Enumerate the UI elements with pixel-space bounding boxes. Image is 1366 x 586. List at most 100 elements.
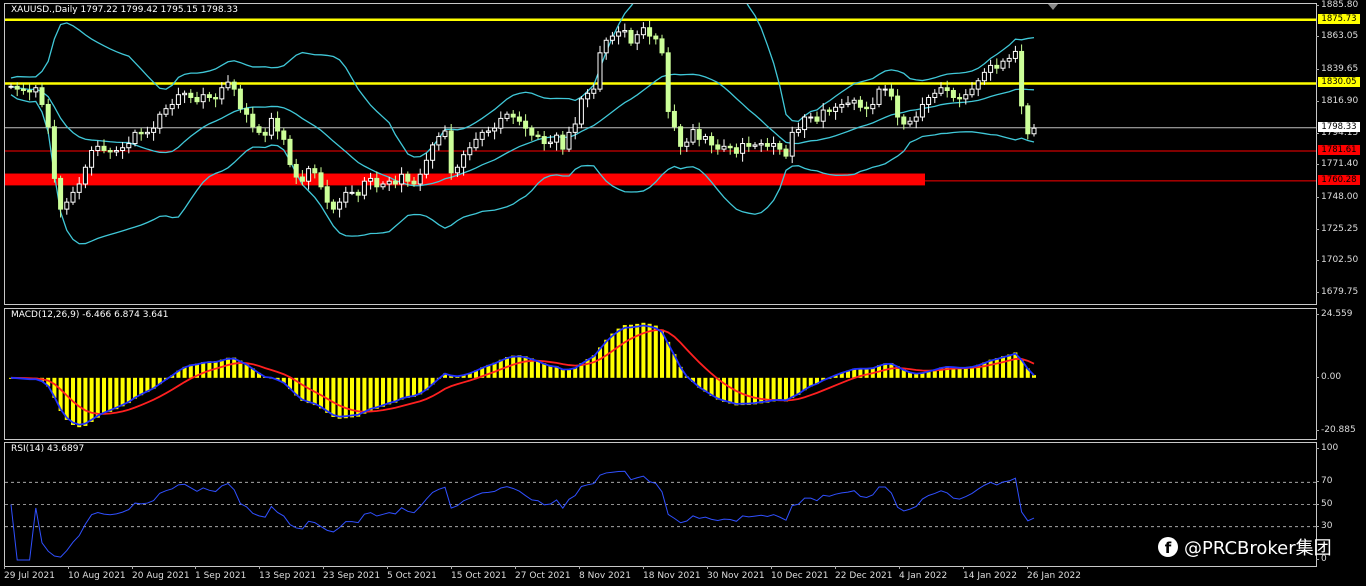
candle-body (597, 52, 603, 90)
candle-body (113, 150, 119, 153)
macd-bar (753, 377, 757, 405)
macd-bar (784, 377, 788, 402)
candle-body (200, 94, 206, 103)
candle-body (82, 166, 88, 185)
macd-bar (368, 377, 373, 411)
candle-body (777, 143, 783, 150)
macd-bar (387, 377, 392, 405)
macd-bar (108, 377, 113, 412)
macd-bar (740, 377, 745, 406)
candle-body (715, 144, 721, 150)
macd-bar (864, 368, 869, 378)
price-chart[interactable] (5, 4, 1316, 304)
candle-body (783, 148, 789, 157)
candle-body (975, 80, 981, 90)
price-tick: 1885.80 (1315, 0, 1359, 10)
macd-bar (591, 355, 596, 378)
candle-body (454, 166, 460, 174)
candle-body (907, 120, 913, 125)
macd-bar (133, 377, 137, 399)
macd-bar (542, 363, 547, 378)
candle-body (529, 127, 535, 136)
macd-bar (412, 377, 416, 397)
level-label: 1875.73 (1318, 13, 1360, 24)
candle-body (851, 99, 857, 104)
macd-bar (777, 377, 782, 402)
candle-body (1031, 127, 1037, 135)
candle-body (864, 106, 870, 110)
candle-body (758, 143, 764, 146)
candle-body (33, 87, 39, 93)
candle-body (572, 123, 578, 133)
watermark: f @PRCBroker集团 (1158, 534, 1332, 560)
candle-body (554, 134, 560, 143)
candle-body (45, 103, 51, 128)
candle-body (39, 87, 45, 105)
macd-bar (201, 362, 206, 378)
rsi-chart[interactable] (5, 443, 1316, 566)
macd-title: MACD(12,26,9) -6.466 6.874 3.641 (11, 310, 169, 320)
candle-body (287, 138, 293, 165)
rsi-title: RSI(14) 43.6897 (11, 444, 85, 454)
time-tick: 8 Nov 2021 (579, 566, 631, 581)
macd-bar (660, 329, 664, 378)
candle-body (950, 90, 956, 98)
candle-body (585, 92, 591, 100)
candle-body (678, 126, 684, 147)
macd-bar (536, 360, 540, 378)
macd-bar (64, 377, 69, 420)
candle-body (535, 134, 541, 138)
macd-bar (362, 377, 367, 414)
candle-body (299, 176, 305, 182)
time-tick: 5 Oct 2021 (387, 566, 437, 581)
candle-body (634, 34, 640, 44)
macd-bar (1032, 375, 1036, 378)
macd-bar (343, 377, 348, 419)
time-tick: 18 Nov 2021 (643, 566, 701, 581)
candle-body (820, 109, 826, 122)
candle-body (1019, 50, 1025, 107)
candle-body (58, 177, 64, 210)
macd-bar (604, 339, 609, 378)
candle-body (1006, 57, 1012, 62)
macd-bar (306, 377, 311, 404)
candle-body (609, 35, 615, 41)
candle-body (411, 180, 417, 185)
candle-body (560, 134, 566, 150)
candle-body (771, 143, 777, 147)
candle-body (188, 92, 194, 98)
candle-body (882, 88, 888, 91)
candle-body (262, 131, 268, 136)
candle-body (746, 143, 752, 147)
macd-bar (393, 377, 398, 403)
price-chart-pane[interactable]: XAUUSD.,Daily 1797.22 1799.42 1795.15 17… (4, 3, 1317, 305)
candle-body (349, 191, 355, 194)
candle-body (386, 180, 392, 185)
candle-body (368, 177, 374, 182)
macd-bar (629, 324, 633, 378)
macd-bar (139, 377, 144, 396)
rsi-line (10, 470, 1035, 561)
rsi-pane[interactable]: RSI(14) 43.6897 (4, 442, 1317, 567)
price-tick: 1748.00 (1315, 191, 1359, 202)
time-tick: 15 Oct 2021 (451, 566, 507, 581)
candle-body (132, 131, 138, 145)
candle-body (461, 154, 467, 168)
macd-bar (331, 377, 336, 417)
candle-body (324, 186, 330, 203)
candle-body (789, 131, 795, 157)
macd-pane[interactable]: MACD(12,26,9) -6.466 6.874 3.641 (4, 308, 1317, 440)
candle-body (709, 136, 715, 146)
candle-body (839, 103, 845, 108)
candle-body (206, 94, 212, 98)
macd-bar (381, 377, 385, 407)
candle-body (845, 102, 851, 105)
macd-bar (126, 377, 131, 404)
level-label: 1830.05 (1318, 77, 1360, 88)
candle-body (194, 96, 200, 103)
macd-bar (982, 362, 987, 378)
macd-chart[interactable] (5, 309, 1316, 439)
candle-body (250, 113, 256, 128)
candle-body (219, 87, 225, 100)
scroll-marker-icon[interactable] (1048, 4, 1058, 10)
